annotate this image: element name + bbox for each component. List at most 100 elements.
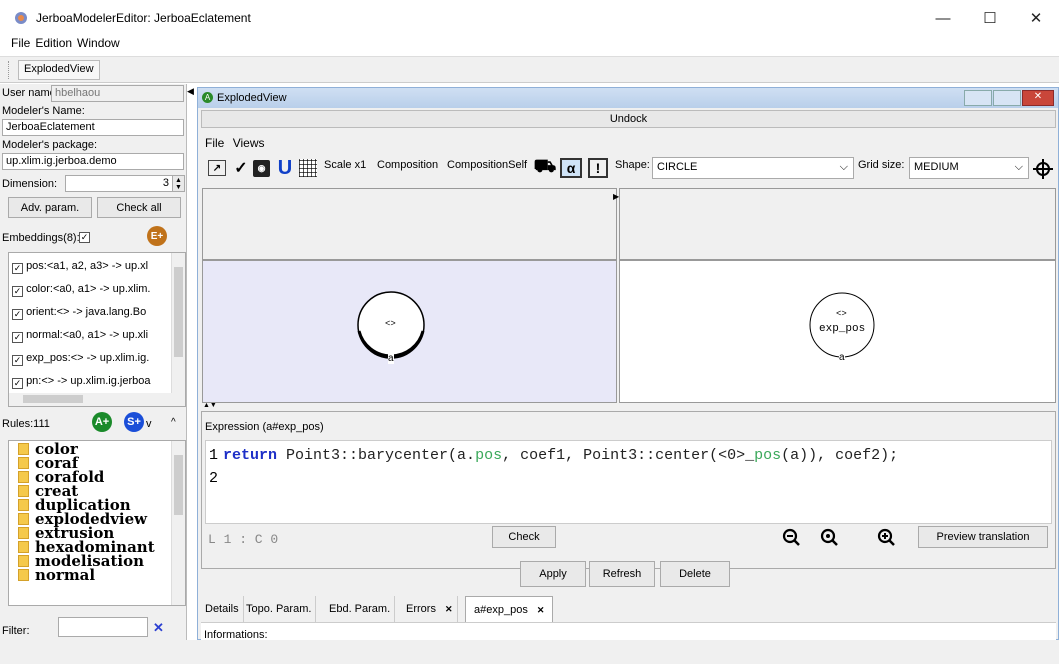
- left-graph-pane[interactable]: <> a: [202, 260, 617, 403]
- menu-window[interactable]: Window: [77, 36, 120, 50]
- zoom-in-icon[interactable]: [877, 528, 897, 548]
- frame-menu-views[interactable]: Views: [233, 136, 265, 150]
- embedding-label: orient:<> -> java.lang.Bo: [26, 306, 147, 318]
- package-field[interactable]: up.xlim.ig.jerboa.demo: [2, 153, 184, 170]
- right-graph-pane[interactable]: <> exp_pos a: [619, 260, 1056, 403]
- tab-topo-param[interactable]: Topo. Param.: [242, 596, 317, 622]
- spinner-up-icon[interactable]: ▲: [175, 177, 182, 184]
- frame-close-icon[interactable]: ✕: [1022, 90, 1054, 106]
- preview-translation-button[interactable]: Preview translation: [918, 526, 1048, 548]
- list-item[interactable]: ✓ pn:<> -> up.xlim.ig.jerboa: [12, 371, 172, 391]
- folder-icon: [18, 457, 29, 469]
- refresh-button[interactable]: Refresh: [589, 561, 655, 587]
- folder-icon: [18, 541, 29, 553]
- composition-self-button[interactable]: CompositionSelf: [447, 159, 527, 171]
- user-name-field[interactable]: hbelhaou: [51, 85, 184, 102]
- editor-tab-bar: ExplodedView: [0, 56, 1059, 83]
- right-node-label: <>: [836, 309, 847, 319]
- export-icon[interactable]: ↗: [208, 160, 226, 176]
- tab-a-exp-pos[interactable]: a#exp_pos ✕: [465, 596, 554, 622]
- right-node-edge-label: a: [839, 352, 845, 363]
- filter-input[interactable]: [58, 617, 148, 637]
- minimize-button[interactable]: —: [920, 0, 966, 36]
- check-all-button[interactable]: Check all: [97, 197, 181, 218]
- crosshair-icon[interactable]: [1033, 159, 1053, 179]
- code-text: , coef1, Point3::center(<0>_: [502, 447, 755, 464]
- code-embedding: pos: [754, 447, 782, 464]
- splitter-updown-icon[interactable]: ▲▼: [203, 402, 217, 409]
- close-icon[interactable]: ✕: [445, 604, 453, 614]
- horizontal-scrollbar[interactable]: [9, 393, 185, 406]
- grid-size-select[interactable]: MEDIUM ⌵: [909, 157, 1029, 179]
- menu-edition[interactable]: Edition: [35, 36, 72, 50]
- list-item[interactable]: ✓ pos:<a1, a2, a3> -> up.xl: [12, 256, 172, 276]
- zoom-out-icon[interactable]: [782, 528, 802, 548]
- rules-scrollbar[interactable]: [171, 441, 185, 605]
- shape-select[interactable]: CIRCLE ⌵: [652, 157, 854, 179]
- add-embedding-button[interactable]: E+: [147, 226, 167, 246]
- checkbox[interactable]: ✓: [12, 378, 23, 389]
- rules-sort-toggle[interactable]: v: [146, 418, 152, 430]
- delete-button[interactable]: Delete: [660, 561, 730, 587]
- clear-filter-icon[interactable]: ✕: [153, 620, 164, 636]
- add-rule-button[interactable]: A+: [92, 412, 112, 432]
- zoom-reset-icon[interactable]: [820, 528, 840, 548]
- list-item[interactable]: ✓ color:<a0, a1> -> up.xlim.: [12, 279, 172, 299]
- code-line[interactable]: return Point3::barycenter(a. pos, coef1, …: [223, 447, 898, 464]
- tab-errors[interactable]: Errors ✕: [402, 596, 458, 622]
- adv-param-button[interactable]: Adv. param.: [8, 197, 92, 218]
- check-icon[interactable]: ✓: [231, 158, 251, 178]
- close-icon[interactable]: ✕: [537, 605, 545, 615]
- line-number: 1: [209, 447, 219, 464]
- dimension-stepper[interactable]: ▲ ▼: [172, 175, 185, 192]
- folder-icon: [18, 443, 29, 455]
- close-button[interactable]: ✕: [1013, 0, 1059, 36]
- caret-up-icon[interactable]: ^: [171, 417, 176, 428]
- tab-details[interactable]: Details: [201, 596, 244, 622]
- undock-button[interactable]: Undock: [201, 110, 1056, 128]
- embeddings-checkbox[interactable]: ✓: [79, 232, 90, 243]
- grid-icon[interactable]: [299, 159, 317, 177]
- camera-icon[interactable]: ◉: [253, 160, 270, 177]
- frame-menu-file[interactable]: File: [205, 136, 224, 150]
- list-item[interactable]: ✓ orient:<> -> java.lang.Bo: [12, 302, 172, 322]
- app-icon: [15, 12, 27, 24]
- apply-button[interactable]: Apply: [520, 561, 586, 587]
- frame-restore-icon[interactable]: [993, 90, 1021, 106]
- code-keyword: return: [223, 447, 278, 464]
- embedding-label: exp_pos:<> -> up.xlim.ig.: [26, 352, 150, 364]
- checkbox[interactable]: ✓: [12, 263, 23, 274]
- spinner-down-icon[interactable]: ▼: [175, 184, 182, 191]
- magnet-icon[interactable]: U: [275, 157, 295, 179]
- menu-file[interactable]: File: [11, 36, 30, 50]
- splitter-arrow-icon[interactable]: ◀: [187, 86, 194, 97]
- code-text: Point3::barycenter(a.: [277, 447, 476, 464]
- warning-toggle[interactable]: !: [588, 158, 608, 178]
- grip-handle: [8, 61, 10, 79]
- embedding-label: pos:<a1, a2, a3> -> up.xl: [26, 260, 149, 272]
- left-hook-pane: [202, 188, 617, 260]
- composition-button[interactable]: Composition: [377, 159, 438, 171]
- paint-bucket-icon[interactable]: ⛟: [534, 156, 557, 178]
- list-item[interactable]: normal: [18, 568, 95, 583]
- alpha-toggle[interactable]: α: [560, 158, 582, 178]
- dimension-spinner[interactable]: 3: [65, 175, 173, 192]
- frame-minimize-icon[interactable]: [964, 90, 992, 106]
- checkbox[interactable]: ✓: [12, 332, 23, 343]
- checkbox[interactable]: ✓: [12, 309, 23, 320]
- left-node-label: <>: [385, 319, 396, 329]
- scale-button[interactable]: Scale x1: [324, 159, 366, 171]
- checkbox[interactable]: ✓: [12, 355, 23, 366]
- code-editor[interactable]: 1 2 return Point3::barycenter(a.pos, coe…: [205, 440, 1052, 524]
- list-item[interactable]: ✓ normal:<a0, a1> -> up.xli: [12, 325, 172, 345]
- embeddings-scrollbar[interactable]: [171, 253, 185, 393]
- tab-explodedview[interactable]: ExplodedView: [18, 60, 100, 80]
- add-script-button[interactable]: S+: [124, 412, 144, 432]
- list-item[interactable]: ✓ exp_pos:<> -> up.xlim.ig.: [12, 348, 172, 368]
- modeler-name-field[interactable]: JerboaEclatement: [2, 119, 184, 136]
- tab-ebd-param[interactable]: Ebd. Param.: [325, 596, 396, 622]
- checkbox[interactable]: ✓: [12, 286, 23, 297]
- embeddings-label: Embeddings(8):: [2, 232, 80, 244]
- maximize-button[interactable]: ☐: [967, 0, 1013, 36]
- check-button[interactable]: Check: [492, 526, 556, 548]
